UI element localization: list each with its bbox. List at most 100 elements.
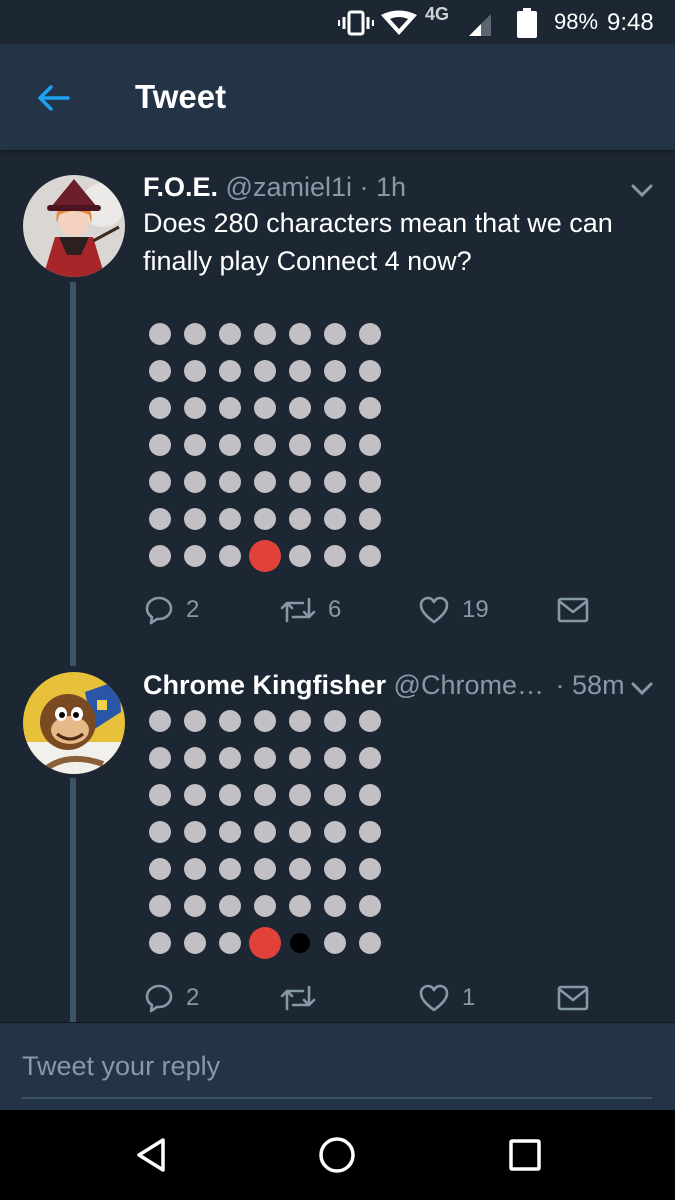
empty-slot	[289, 545, 311, 567]
tweet-time: 58m	[572, 670, 625, 700]
tweet-text: Does 280 characters mean that we can fin…	[143, 208, 613, 276]
retweet-button[interactable]: 6	[280, 590, 341, 630]
heart-icon	[419, 596, 449, 624]
empty-slot	[219, 932, 241, 954]
empty-slot	[184, 471, 206, 493]
author-name[interactable]: Chrome Kingfisher	[143, 670, 386, 700]
recents-square-icon	[509, 1139, 541, 1171]
empty-slot	[289, 323, 311, 345]
empty-slot	[184, 323, 206, 345]
share-button[interactable]	[557, 590, 589, 630]
empty-slot	[254, 895, 276, 917]
empty-slot	[219, 397, 241, 419]
empty-slot	[149, 471, 171, 493]
empty-slot	[149, 821, 171, 843]
red-piece	[249, 540, 281, 572]
wifi-icon	[380, 10, 418, 41]
empty-slot	[289, 858, 311, 880]
empty-slot	[184, 360, 206, 382]
reply-button[interactable]: 2	[144, 590, 199, 630]
empty-slot	[184, 932, 206, 954]
empty-slot	[359, 784, 381, 806]
nav-recents-button[interactable]	[500, 1132, 550, 1178]
empty-slot	[359, 397, 381, 419]
tweet-time: 1h	[376, 172, 407, 202]
reply-icon	[145, 984, 173, 1013]
empty-slot	[219, 895, 241, 917]
avatar[interactable]	[23, 175, 125, 277]
empty-slot	[149, 323, 171, 345]
empty-slot	[289, 821, 311, 843]
empty-slot	[219, 508, 241, 530]
like-button[interactable]: 19	[418, 590, 489, 630]
app-bar: Tweet	[0, 44, 675, 150]
like-button[interactable]: 1	[418, 978, 475, 1018]
home-circle-icon	[319, 1137, 355, 1173]
empty-slot	[219, 434, 241, 456]
clock: 9:48	[607, 9, 654, 36]
empty-slot	[149, 784, 171, 806]
empty-slot	[219, 747, 241, 769]
empty-slot	[254, 397, 276, 419]
empty-slot	[149, 895, 171, 917]
avatar[interactable]	[23, 672, 125, 774]
reply-button[interactable]: 2	[144, 978, 199, 1018]
empty-slot	[184, 397, 206, 419]
empty-slot	[149, 434, 171, 456]
reply-count: 2	[186, 984, 200, 1011]
empty-slot	[184, 434, 206, 456]
empty-slot	[254, 434, 276, 456]
red-piece	[249, 927, 281, 959]
empty-slot	[324, 323, 346, 345]
tweet-menu-button[interactable]	[628, 678, 656, 698]
empty-slot	[149, 360, 171, 382]
empty-slot	[254, 821, 276, 843]
author-handle[interactable]: @zamiel1i	[226, 172, 352, 202]
empty-slot	[324, 932, 346, 954]
empty-slot	[324, 858, 346, 880]
envelope-icon	[557, 597, 589, 623]
empty-slot	[359, 434, 381, 456]
author-handle[interactable]: @Chrome…	[394, 670, 544, 700]
empty-slot	[219, 545, 241, 567]
empty-slot	[149, 397, 171, 419]
empty-slot	[324, 360, 346, 382]
heart-icon	[419, 984, 449, 1012]
author-name[interactable]: F.O.E.	[143, 172, 218, 202]
empty-slot	[219, 323, 241, 345]
reply-icon	[145, 596, 173, 625]
empty-slot	[324, 895, 346, 917]
empty-slot	[184, 545, 206, 567]
empty-slot	[184, 821, 206, 843]
nav-home-button[interactable]	[312, 1132, 362, 1178]
empty-slot	[324, 434, 346, 456]
nav-back-button[interactable]	[126, 1132, 176, 1178]
empty-slot	[359, 545, 381, 567]
empty-slot	[254, 360, 276, 382]
back-triangle-icon	[137, 1138, 165, 1172]
empty-slot	[254, 471, 276, 493]
share-button[interactable]	[557, 978, 589, 1018]
empty-slot	[149, 932, 171, 954]
tweet-header: Chrome Kingfisher @Chrome… · 58m	[143, 670, 625, 701]
chevron-down-icon	[631, 184, 653, 198]
empty-slot	[254, 858, 276, 880]
connect-four-board	[149, 710, 381, 959]
like-count: 1	[462, 984, 476, 1011]
back-button[interactable]	[30, 80, 76, 116]
empty-slot	[289, 434, 311, 456]
reply-input[interactable]	[22, 1049, 652, 1099]
empty-slot	[324, 508, 346, 530]
empty-slot	[254, 710, 276, 732]
retweet-button[interactable]	[280, 978, 328, 1018]
empty-slot	[324, 710, 346, 732]
empty-slot	[149, 710, 171, 732]
empty-slot	[359, 710, 381, 732]
empty-slot	[184, 747, 206, 769]
empty-slot	[149, 508, 171, 530]
tweet-actions: 2 6 19	[0, 590, 675, 630]
empty-slot	[359, 895, 381, 917]
tweet-menu-button[interactable]	[628, 180, 656, 200]
empty-slot	[219, 471, 241, 493]
separator-dot: ·	[555, 670, 565, 700]
